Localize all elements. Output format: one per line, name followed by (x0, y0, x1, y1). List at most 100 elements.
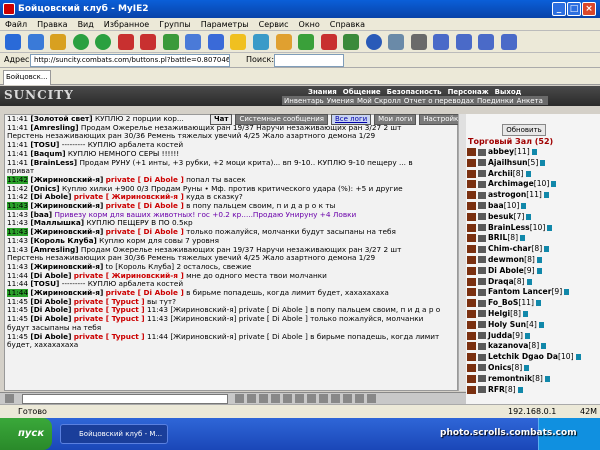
filter-icon[interactable] (271, 394, 280, 403)
refresh-icon[interactable] (162, 34, 179, 50)
chat-private-tag[interactable]: private [ Di Abole ] (106, 176, 184, 184)
chat-private-tag[interactable]: private [ Жириновский-я ] (74, 272, 184, 280)
info-icon[interactable] (547, 224, 553, 231)
smiley-icon[interactable] (259, 394, 268, 403)
private-icon[interactable] (343, 394, 352, 403)
proxy-icon[interactable] (410, 34, 427, 50)
sound-icon[interactable] (283, 394, 292, 403)
player-row[interactable]: Onics[8] (466, 363, 600, 374)
send-icon[interactable] (235, 394, 244, 403)
menu-help[interactable]: Справка (325, 18, 370, 31)
prev-tab-icon[interactable] (433, 34, 450, 50)
clear-icon[interactable] (247, 394, 256, 403)
player-name[interactable]: BRIL (488, 233, 507, 242)
tile-icon[interactable] (478, 34, 495, 50)
private-icon[interactable] (467, 320, 476, 329)
chat-author[interactable]: [Жириновский-я] (30, 263, 103, 271)
refresh-chat-icon[interactable] (319, 394, 328, 403)
player-row[interactable]: Ajailhsun[5] (466, 158, 600, 169)
info-icon[interactable] (521, 202, 527, 209)
chat-menu-icon[interactable] (5, 394, 14, 403)
player-row[interactable]: kazanova[8] (466, 341, 600, 352)
info-icon[interactable] (520, 235, 526, 242)
tab-my-logs[interactable]: Мои логи (374, 114, 417, 125)
private-icon[interactable] (467, 212, 476, 221)
globe-icon[interactable] (365, 34, 382, 50)
next-tab-icon[interactable] (455, 34, 472, 50)
scroll-icon[interactable] (331, 394, 340, 403)
nav-exit[interactable]: Выход (495, 88, 522, 96)
info-icon[interactable] (551, 181, 557, 188)
player-name[interactable]: baa (488, 201, 504, 210)
info-icon[interactable] (526, 278, 532, 285)
favorites-icon[interactable] (230, 34, 247, 50)
info-icon[interactable] (525, 332, 530, 339)
chat-author[interactable]: [Onics] (30, 185, 59, 193)
chat-author[interactable]: [Di Abole] (30, 306, 71, 314)
private-icon[interactable] (467, 299, 476, 308)
chat-author[interactable]: [Di Abole] (30, 272, 71, 280)
chat-input[interactable] (22, 394, 228, 404)
chat-author[interactable]: [Жириновский-я] (30, 202, 103, 210)
chat-author[interactable]: [Маллышка] (30, 219, 84, 227)
menu-edit[interactable]: Правка (32, 18, 72, 31)
player-row[interactable]: besuk[7] (466, 212, 600, 223)
private-icon[interactable] (467, 277, 476, 286)
info-icon[interactable] (531, 149, 537, 155)
private-icon[interactable] (467, 266, 476, 275)
player-name[interactable]: Letchik Dgao Da (488, 352, 558, 361)
private-icon[interactable] (467, 180, 476, 189)
nav-transfers[interactable]: Отчет о переводах (404, 97, 474, 105)
chat-author[interactable]: [Di Abole] (30, 333, 71, 341)
chat-author[interactable]: [Жириновский-я] (30, 228, 103, 236)
menu-groups[interactable]: Группы (154, 18, 195, 31)
private-icon[interactable] (467, 374, 476, 383)
stop-icon[interactable] (117, 34, 134, 50)
private-icon[interactable] (467, 288, 476, 297)
translit-icon[interactable] (295, 394, 304, 403)
tab-all-logs[interactable]: Все логи (331, 114, 372, 125)
chat-scrollbar[interactable] (458, 114, 466, 391)
private-icon[interactable] (467, 353, 476, 362)
chat-author[interactable]: [Жириновский-я] (30, 176, 103, 184)
player-name[interactable]: Onics (488, 363, 512, 372)
chat-author[interactable]: [BrainLess] (30, 159, 77, 167)
search-icon[interactable] (207, 34, 224, 50)
player-row[interactable]: BrainLess[10] (466, 223, 600, 234)
info-icon[interactable] (564, 289, 570, 296)
chat-private-tag[interactable]: private [ Di Abole ] (106, 228, 184, 236)
maximize-button[interactable]: □ (567, 2, 581, 16)
player-row[interactable]: astrogon[11] (466, 190, 600, 201)
open-icon[interactable] (50, 34, 67, 50)
chat-author[interactable]: [Di Abole] (30, 193, 71, 201)
info-icon[interactable] (540, 159, 546, 166)
private-icon[interactable] (467, 201, 476, 210)
mail-icon[interactable] (298, 34, 315, 50)
player-name[interactable]: Fantom Lancer (488, 287, 551, 296)
nav-security[interactable]: Безопасность (387, 88, 442, 96)
private-icon[interactable] (467, 255, 476, 264)
private-icon[interactable] (467, 169, 476, 178)
private-icon[interactable] (467, 148, 476, 156)
private-icon[interactable] (467, 234, 476, 243)
player-row[interactable]: BRIL[8] (466, 233, 600, 244)
menu-favorites[interactable]: Избранное (99, 18, 154, 31)
nav-profile[interactable]: Анкета (517, 97, 543, 105)
info-icon[interactable] (538, 321, 544, 328)
menu-options[interactable]: Параметры (196, 18, 254, 31)
tab-system-messages[interactable]: Системные сообщения (235, 114, 328, 125)
player-row[interactable]: Draqa[8] (466, 277, 600, 288)
private-icon[interactable] (467, 385, 476, 394)
player-row[interactable]: Helgi[8] (466, 309, 600, 320)
private-icon[interactable] (467, 363, 476, 372)
player-row[interactable]: Fo_BoS[11] (466, 298, 600, 309)
info-icon[interactable] (525, 170, 531, 177)
player-row[interactable]: Letchik Dgao Da[10] (466, 352, 600, 363)
folder-icon[interactable] (275, 34, 292, 50)
player-name[interactable]: Draqa (488, 277, 514, 286)
minimize-button[interactable]: _ (552, 2, 566, 16)
player-name[interactable]: Ajailhsun (488, 158, 528, 167)
info-icon[interactable] (524, 364, 530, 371)
chat-author[interactable]: [Di Abole] (30, 298, 71, 306)
chat-private-tag[interactable]: private [ Typuct ] (74, 333, 145, 341)
